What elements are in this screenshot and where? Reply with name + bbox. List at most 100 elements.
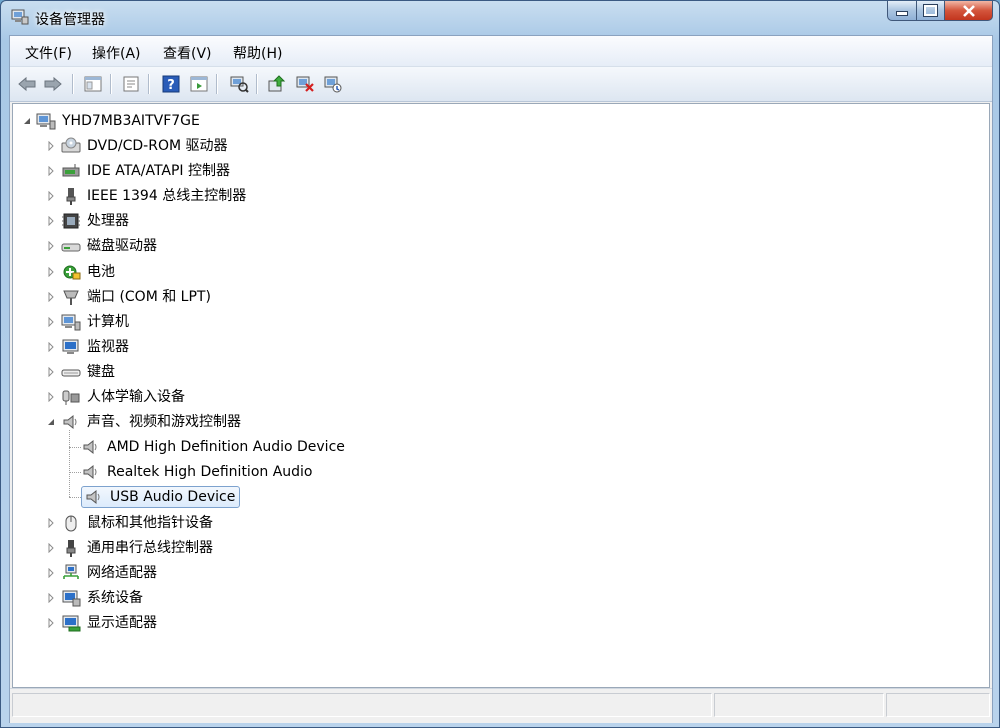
tree-category-label: 键盘 [87,364,115,380]
tree-category[interactable]: 键盘 [46,361,115,383]
tree-device-item[interactable]: Realtek High Definition Audio [81,461,313,483]
close-button[interactable] [945,1,993,21]
tree-category[interactable]: IDE ATA/ATAPI 控制器 [46,160,230,182]
status-bar [10,688,992,723]
tree-category[interactable]: IEEE 1394 总线主控制器 [46,185,246,207]
collapsed-arrow-icon[interactable] [46,166,56,176]
disk-drive-icon [61,243,81,252]
window-title: 设备管理器 [35,12,105,28]
client-area: 文件(F) 操作(A) 查看(V) 帮助(H) ? YHD7MB3AITVF7G… [9,35,993,723]
tree-connector [69,430,70,498]
tree-category[interactable]: 磁盘驱动器 [46,235,157,257]
expanded-arrow-icon[interactable] [46,417,56,427]
caption-buttons [887,1,993,23]
tree-category[interactable]: 计算机 [46,311,129,333]
action-pane-button[interactable] [188,74,210,94]
tree-category[interactable]: 监视器 [46,336,129,358]
back-arrow-icon [18,76,36,92]
tree-root-label: YHD7MB3AITVF7GE [62,113,200,129]
collapsed-arrow-icon[interactable] [46,568,56,578]
device-tree[interactable]: YHD7MB3AITVF7GE DVD/CD-ROM 驱动器 IDE ATA/AT… [12,103,990,688]
tree-category-label: 通用串行总线控制器 [87,540,213,556]
collapsed-arrow-icon[interactable] [46,593,56,603]
tree-category-label: 网络适配器 [87,565,157,581]
battery-icon [63,265,81,280]
help-button[interactable]: ? [160,74,182,94]
tree-category[interactable]: 电池 [46,261,115,283]
collapsed-arrow-icon[interactable] [46,342,56,352]
properties-icon [123,76,139,92]
hid-icon [62,390,80,405]
usb-icon [66,540,76,557]
tree-category[interactable]: 显示适配器 [46,612,157,634]
computer-icon [36,113,56,130]
keyboard-icon [61,369,81,377]
tree-device-label: AMD High Definition Audio Device [107,439,345,455]
ieee1394-icon [66,188,76,205]
menu-view[interactable]: 查看(V) [160,42,215,64]
collapsed-arrow-icon[interactable] [46,191,56,201]
tree-category-label: IDE ATA/ATAPI 控制器 [87,163,231,179]
maximize-button[interactable] [917,1,945,21]
tree-device-label: Realtek High Definition Audio [107,464,313,480]
toolbar-separator [148,74,150,94]
disable-device-icon [324,76,342,93]
toolbar-separator [256,74,258,94]
console-tree-button[interactable] [82,74,104,94]
tree-category[interactable]: 端口 (COM 和 LPT) [46,286,211,308]
dvd-drive-icon [61,137,81,153]
title-bar[interactable]: 设备管理器 [1,1,999,35]
forward-button[interactable] [42,74,64,94]
tree-category-label: 磁盘驱动器 [87,238,157,254]
disable-device-button[interactable] [322,74,344,94]
tree-category[interactable]: DVD/CD-ROM 驱动器 [46,135,228,157]
tree-category[interactable]: 网络适配器 [46,562,157,584]
network-adapter-icon [63,564,79,579]
speaker-icon [63,414,77,430]
minimize-button[interactable] [887,1,917,21]
collapsed-arrow-icon[interactable] [46,317,56,327]
tree-connector [69,447,81,448]
collapsed-arrow-icon[interactable] [46,392,56,402]
toolbar: ? [10,67,992,102]
menu-action[interactable]: 操作(A) [89,42,144,64]
menu-help[interactable]: 帮助(H) [230,42,285,64]
tree-category[interactable]: 系统设备 [46,587,143,609]
tree-root[interactable]: YHD7MB3AITVF7GE [22,110,200,132]
tree-device-item[interactable]: AMD High Definition Audio Device [81,436,345,458]
tree-category-label: 人体学输入设备 [87,389,185,405]
toolbar-separator [72,74,74,94]
tree-category[interactable]: 通用串行总线控制器 [46,537,213,559]
collapsed-arrow-icon[interactable] [46,518,56,528]
tree-connector [69,497,81,498]
collapsed-arrow-icon[interactable] [46,367,56,377]
monitor-icon [62,339,79,354]
collapsed-arrow-icon[interactable] [46,267,56,277]
collapsed-arrow-icon[interactable] [46,618,56,628]
scan-hardware-button[interactable] [228,74,250,94]
scan-hardware-icon [230,76,249,93]
menu-bar: 文件(F) 操作(A) 查看(V) 帮助(H) [10,36,992,67]
tree-category[interactable]: 人体学输入设备 [46,386,185,408]
collapsed-arrow-icon[interactable] [46,141,56,151]
tree-category[interactable]: 处理器 [46,210,129,232]
tree-device-item[interactable]: USB Audio Device [81,486,241,508]
display-adapter-icon [62,615,81,632]
back-button[interactable] [16,74,38,94]
tree-category-label: 电池 [87,264,115,280]
collapsed-arrow-icon[interactable] [46,292,56,302]
toolbar-separator [110,74,112,94]
expanded-arrow-icon[interactable] [22,116,32,126]
update-driver-button[interactable] [266,74,288,94]
collapsed-arrow-icon[interactable] [46,241,56,251]
uninstall-device-button[interactable] [294,74,316,94]
tree-category[interactable]: 鼠标和其他指针设备 [46,512,213,534]
collapsed-arrow-icon[interactable] [46,543,56,553]
selected-item-highlight[interactable]: USB Audio Device [81,486,241,508]
tree-category-label: 声音、视频和游戏控制器 [87,414,241,430]
tree-category[interactable]: 声音、视频和游戏控制器 [46,411,241,433]
status-segment-main [12,693,712,717]
collapsed-arrow-icon[interactable] [46,216,56,226]
menu-file[interactable]: 文件(F) [22,42,75,64]
properties-button[interactable] [120,74,142,94]
